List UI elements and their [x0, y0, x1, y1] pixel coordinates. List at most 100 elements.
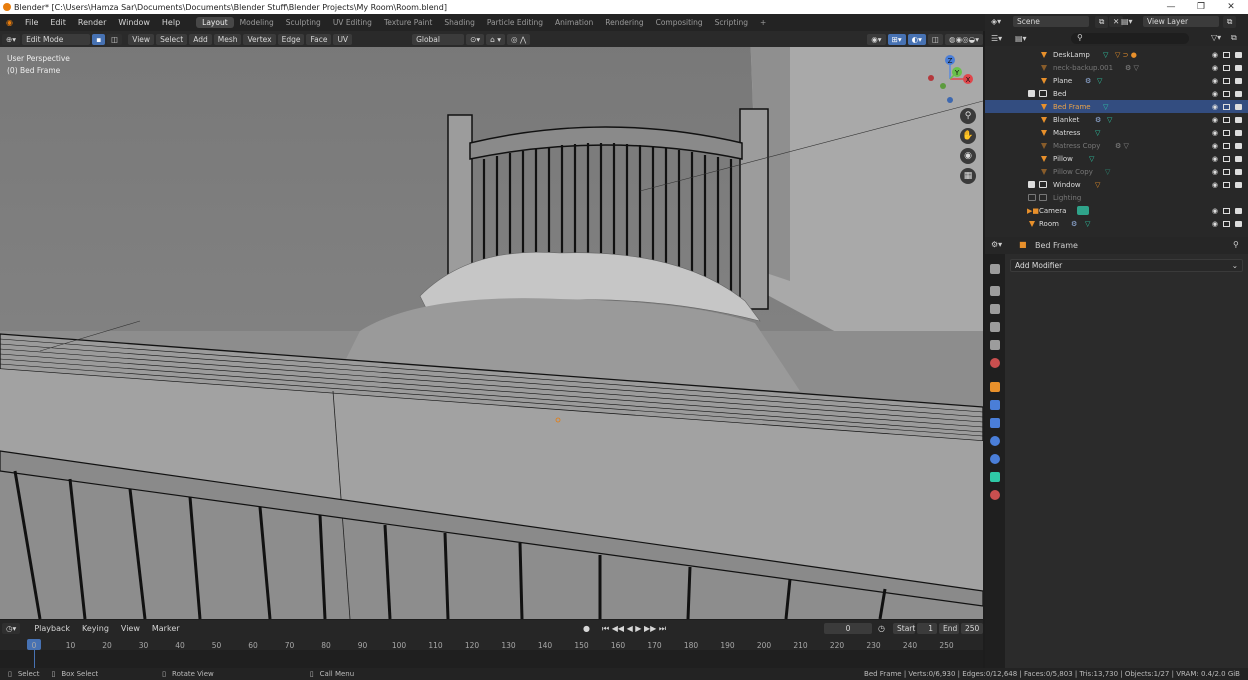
viewport-toggle-icon[interactable]: [1223, 64, 1230, 71]
outliner-row-matress-copy[interactable]: Matress Copy ⚙ ▽ ◉: [985, 139, 1248, 152]
menu-select[interactable]: Select: [156, 33, 188, 45]
view-layer-tab-icon[interactable]: [990, 322, 1000, 332]
view-layer-icon[interactable]: ▤▾: [1121, 17, 1133, 26]
visibility-eye-icon[interactable]: ◉: [1212, 168, 1218, 176]
tab-compositing[interactable]: Compositing: [650, 17, 709, 28]
particles-tab-icon[interactable]: [990, 418, 1000, 428]
zoom-icon[interactable]: ⚲: [960, 108, 976, 124]
end-frame-field[interactable]: 250: [961, 623, 983, 634]
visibility-eye-icon[interactable]: ◉: [1212, 207, 1218, 215]
viewport-toggle-icon[interactable]: [1223, 142, 1230, 149]
visibility-eye-icon[interactable]: ◉: [1212, 220, 1218, 228]
menu-window[interactable]: Window: [112, 18, 156, 27]
menu-edge[interactable]: Edge: [277, 33, 305, 45]
visibility-eye-icon[interactable]: ◉: [1212, 116, 1218, 124]
visibility-eye-icon[interactable]: ◉: [1212, 181, 1218, 189]
render-tab-icon[interactable]: [990, 286, 1000, 296]
maximize-button[interactable]: ❐: [1186, 0, 1216, 14]
menu-timeline-view[interactable]: View: [115, 624, 146, 633]
gizmo-toggle-icon[interactable]: ⊞▾: [887, 33, 906, 45]
scene-tab-icon[interactable]: [990, 340, 1000, 350]
render-toggle-icon[interactable]: [1235, 155, 1242, 162]
visibility-eye-icon[interactable]: ◉: [1212, 77, 1218, 85]
view-layer-selector[interactable]: View Layer: [1143, 16, 1219, 27]
shading-modes-icon[interactable]: ◍◉◎◒▾: [945, 33, 983, 45]
visibility-eye-icon[interactable]: ◉: [1212, 142, 1218, 150]
menu-file[interactable]: File: [19, 18, 44, 27]
tab-modeling[interactable]: Modeling: [234, 17, 280, 28]
close-button[interactable]: ✕: [1216, 0, 1246, 14]
visibility-eye-icon[interactable]: ◉: [1212, 155, 1218, 163]
tab-rendering[interactable]: Rendering: [599, 17, 649, 28]
camera-view-icon[interactable]: ◉: [960, 148, 976, 164]
navigation-gizmo[interactable]: Z X Y: [925, 52, 975, 106]
render-toggle-icon[interactable]: [1235, 142, 1242, 149]
viewport-toggle-icon[interactable]: [1223, 90, 1230, 97]
outliner-row-lighting[interactable]: Lighting: [985, 191, 1248, 204]
render-toggle-icon[interactable]: [1235, 168, 1242, 175]
render-toggle-icon[interactable]: [1235, 129, 1242, 136]
menu-playback[interactable]: Playback: [28, 624, 76, 633]
visibility-eye-icon[interactable]: ◉: [1212, 129, 1218, 137]
tab-scripting[interactable]: Scripting: [709, 17, 754, 28]
tab-sculpting[interactable]: Sculpting: [280, 17, 327, 28]
outliner-row-pillow-copy[interactable]: Pillow Copy ▽ ◉: [985, 165, 1248, 178]
scene-icon[interactable]: ◈▾: [991, 17, 1001, 26]
tab-layout[interactable]: Layout: [196, 17, 234, 28]
viewport-toggle-icon[interactable]: [1223, 51, 1230, 58]
menu-keying[interactable]: Keying: [76, 624, 115, 633]
new-collection-icon[interactable]: ⧉: [1231, 33, 1237, 43]
render-toggle-icon[interactable]: [1235, 51, 1242, 58]
menu-edit[interactable]: Edit: [44, 18, 72, 27]
tab-texture-paint[interactable]: Texture Paint: [378, 17, 438, 28]
display-mode-icon[interactable]: ▤▾: [1015, 34, 1027, 43]
3d-viewport[interactable]: [0, 31, 983, 619]
outliner-row-neck-backup[interactable]: neck-backup.001 ⚙ ▽ ◉: [985, 61, 1248, 74]
properties-editor-icon[interactable]: ⚙▾: [991, 240, 1002, 249]
outliner-row-camera[interactable]: ▶■ Camera ◉: [985, 204, 1248, 217]
menu-view[interactable]: View: [128, 33, 155, 45]
clock-icon[interactable]: ◷: [872, 624, 891, 633]
menu-vertex[interactable]: Vertex: [243, 33, 276, 45]
proportional-edit-icon[interactable]: ◎ ⋀: [507, 33, 531, 45]
outliner-row-room[interactable]: Room ⚙ ▽ ◉: [985, 217, 1248, 230]
mode-dropdown[interactable]: Edit Mode: [22, 33, 91, 45]
perspective-grid-icon[interactable]: ▦: [960, 168, 976, 184]
new-scene-icon[interactable]: ⧉: [1095, 16, 1109, 28]
outliner-row-desklamp[interactable]: DeskLamp ▽ ▽ ⊃ ● ◉: [985, 48, 1248, 61]
outliner-row-window[interactable]: Window ▽ ◉: [985, 178, 1248, 191]
menu-marker[interactable]: Marker: [146, 624, 186, 633]
edge-select-icon[interactable]: ◫: [107, 33, 123, 45]
xray-icon[interactable]: ◫: [927, 33, 944, 45]
orientation-dropdown[interactable]: Global: [412, 33, 465, 45]
render-toggle-icon[interactable]: [1235, 207, 1242, 214]
menu-mesh[interactable]: Mesh: [213, 33, 242, 45]
add-workspace-button[interactable]: +: [754, 17, 772, 28]
filter-icon[interactable]: ▽▾: [1211, 33, 1221, 42]
pin-icon[interactable]: ⚲: [1233, 240, 1239, 249]
viewport-toggle-icon[interactable]: [1223, 103, 1230, 110]
tab-uv-editing[interactable]: UV Editing: [327, 17, 378, 28]
viewport-toggle-icon[interactable]: [1223, 220, 1230, 227]
menu-face[interactable]: Face: [306, 33, 332, 45]
output-tab-icon[interactable]: [990, 304, 1000, 314]
render-toggle-icon[interactable]: [1235, 116, 1242, 123]
blender-menu-icon[interactable]: ◉: [0, 18, 19, 27]
menu-render[interactable]: Render: [72, 18, 112, 27]
material-tab-icon[interactable]: [990, 490, 1000, 500]
viewport-toggle-icon[interactable]: [1223, 181, 1230, 188]
viewport-toggle-icon[interactable]: [1223, 116, 1230, 123]
new-view-layer-icon[interactable]: ⧉: [1223, 16, 1237, 28]
snap-icon[interactable]: ⌂ ▾: [486, 33, 506, 45]
outliner-row-pillow[interactable]: Pillow ▽ ◉: [985, 152, 1248, 165]
visibility-icon[interactable]: ◉▾: [867, 33, 886, 45]
outliner-editor-icon[interactable]: ☰▾: [991, 34, 1002, 43]
tab-animation[interactable]: Animation: [549, 17, 599, 28]
constraints-tab-icon[interactable]: [990, 454, 1000, 464]
outliner-row-bed-frame[interactable]: Bed Frame ▽ ◉: [985, 100, 1248, 113]
collection-checkbox[interactable]: [1028, 90, 1035, 97]
viewport-toggle-icon[interactable]: [1223, 168, 1230, 175]
outliner-search-input[interactable]: ⚲: [1071, 33, 1189, 44]
start-frame-field[interactable]: 1: [917, 623, 937, 634]
physics-tab-icon[interactable]: [990, 436, 1000, 446]
